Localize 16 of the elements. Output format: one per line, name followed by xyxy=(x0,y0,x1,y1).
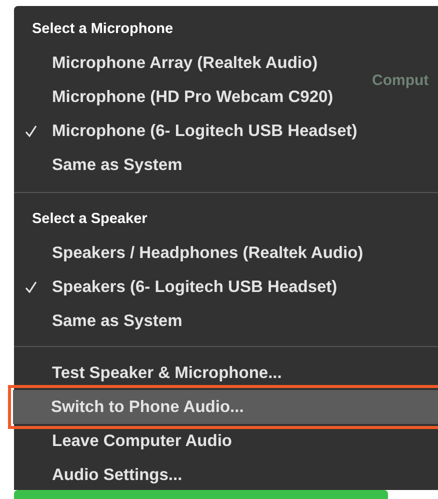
section-header: Select a Speaker xyxy=(31,210,148,229)
menu-item[interactable]: Speakers / Headphones (Realtek Audio) xyxy=(14,236,370,270)
menu-item[interactable]: Switch to Phone Audio... xyxy=(13,390,438,424)
menu-item[interactable]: Same as System xyxy=(14,148,188,182)
menu-item[interactable]: Same as System xyxy=(14,304,188,338)
background-text: Comput xyxy=(372,72,429,89)
menu-item[interactable]: Microphone (HD Pro Webcam C920) xyxy=(14,80,340,114)
menu-item[interactable]: Test Speaker & Microphone... xyxy=(14,356,288,390)
section-header: Select a Microphone xyxy=(31,20,174,39)
menu-item[interactable]: Microphone (6- Logitech USB Headset) xyxy=(14,114,364,148)
menu-item[interactable]: Speakers (6- Logitech USB Headset) xyxy=(14,270,344,304)
checkmark-icon xyxy=(25,125,37,137)
menu-item[interactable]: Leave Computer Audio xyxy=(14,424,238,458)
menu-item[interactable]: Microphone Array (Realtek Audio) xyxy=(14,46,324,80)
menu-item[interactable]: Audio Settings... xyxy=(14,458,188,492)
checkmark-icon xyxy=(25,281,37,293)
